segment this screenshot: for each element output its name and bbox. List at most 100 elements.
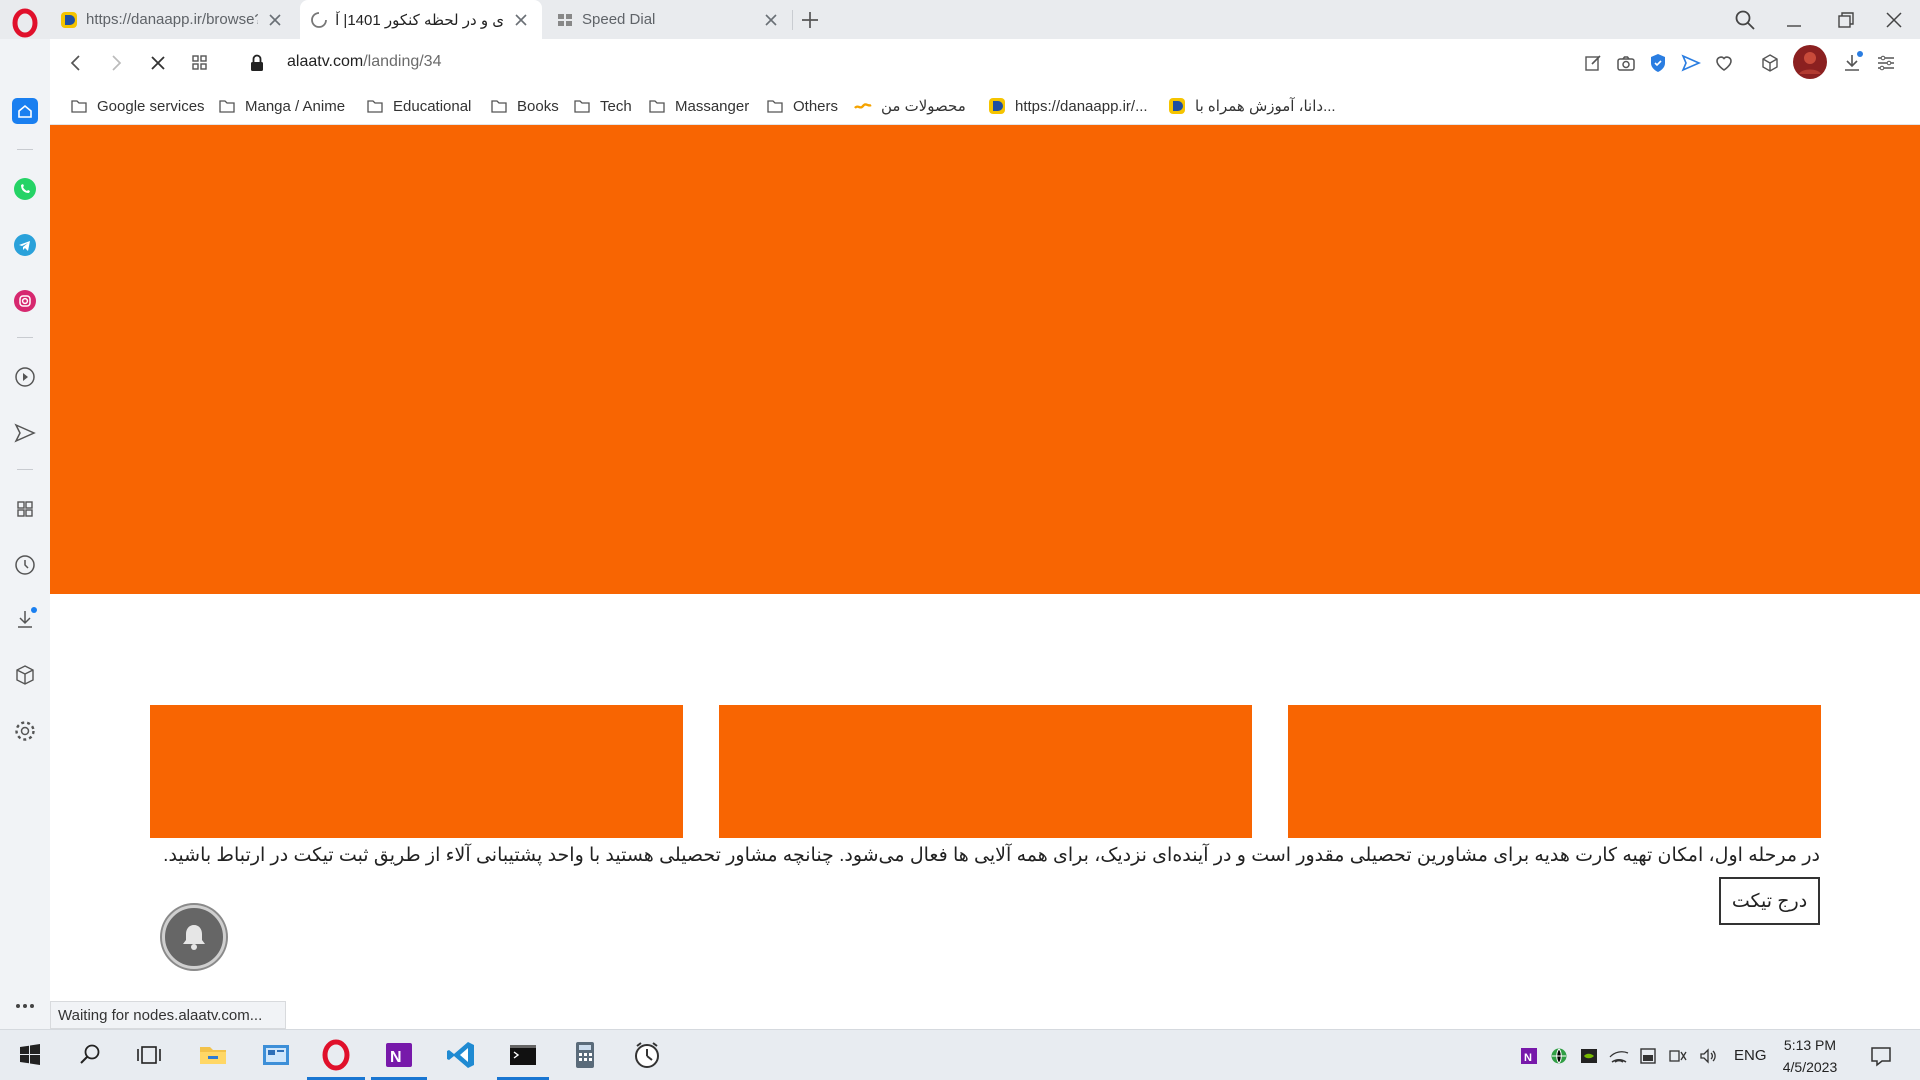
bookmark-label: https://danaapp.ir/... [1015, 97, 1148, 115]
search-tabs-icon[interactable] [1731, 6, 1759, 34]
more-options-icon[interactable] [12, 993, 38, 1019]
bookmark-dana-learning[interactable]: دانا، آموزش همراه با... [1168, 94, 1336, 118]
bookmark-danaapp-link[interactable]: https://danaapp.ir/... [988, 94, 1148, 118]
extensions-cube-icon[interactable] [12, 662, 38, 688]
onenote-icon[interactable]: N [382, 1038, 416, 1072]
bookmarks-bar: Google services Manga / Anime Educationa… [50, 87, 1920, 125]
heart-icon[interactable] [1712, 51, 1736, 75]
terminal-icon[interactable] [506, 1038, 540, 1072]
promo-card-left[interactable] [150, 705, 683, 838]
tab-alaatv[interactable]: ی و در لحظه کنکور 1401| آلا [300, 0, 542, 39]
battery-icon[interactable] [1638, 1046, 1658, 1066]
telegram-icon[interactable] [12, 232, 38, 258]
bookmark-books[interactable]: Books [490, 94, 559, 118]
opera-taskbar-icon[interactable] [319, 1038, 353, 1072]
home-icon[interactable] [12, 98, 38, 124]
edit-snap-icon[interactable] [1581, 51, 1605, 75]
calculator-icon[interactable] [568, 1038, 602, 1072]
speed-dial-icon[interactable] [12, 496, 38, 522]
url-path: /landing/34 [363, 53, 442, 70]
download-icon[interactable] [1840, 51, 1864, 75]
keyboard-icon[interactable] [1668, 1046, 1688, 1066]
back-icon[interactable] [64, 51, 88, 75]
downloads-icon[interactable] [12, 606, 38, 632]
folder-icon [649, 100, 665, 113]
whatsapp-icon[interactable] [12, 176, 38, 202]
folder-icon [367, 100, 383, 113]
alaa-icon [854, 103, 872, 109]
close-icon[interactable] [510, 9, 532, 31]
search-icon[interactable] [73, 1038, 107, 1072]
speed-dial-icon [558, 13, 572, 26]
clock-date: 4/5/2023 [1782, 1059, 1838, 1075]
bookmark-label: Massanger [675, 97, 750, 115]
tab-grid-icon[interactable] [188, 51, 212, 75]
bookmark-educational[interactable]: Educational [366, 94, 471, 118]
clock-time: 5:13 PM [1783, 1037, 1837, 1053]
file-explorer-icon[interactable] [196, 1038, 230, 1072]
folder-icon [491, 100, 507, 113]
tab-speed-dial[interactable]: Speed Dial [546, 0, 792, 39]
windows-start-icon[interactable] [13, 1038, 47, 1072]
hero-banner [50, 125, 1920, 594]
send-flow-icon[interactable] [12, 420, 38, 446]
new-tab-plus-icon[interactable] [798, 8, 822, 32]
promo-card-middle[interactable] [719, 705, 1252, 838]
history-icon[interactable] [12, 552, 38, 578]
gift-card-info-text: در مرحله اول، امکان تهیه کارت هدیه برای … [163, 845, 1820, 866]
instagram-icon[interactable] [12, 288, 38, 314]
onenote-tray-icon[interactable]: N [1519, 1046, 1539, 1066]
dana-icon [61, 11, 77, 28]
bookmark-label: Manga / Anime [245, 97, 346, 115]
control-panel-icon[interactable] [259, 1038, 293, 1072]
easy-setup-icon[interactable] [1874, 51, 1898, 75]
bookmark-massanger[interactable]: Massanger [648, 94, 749, 118]
player-icon[interactable] [12, 364, 38, 390]
notification-center-icon[interactable] [1868, 1043, 1894, 1069]
opera-logo-icon[interactable] [10, 8, 40, 38]
windows-taskbar: N N ENG 5:13 PM 4/5/2023 [0, 1029, 1920, 1080]
input-language[interactable]: ENG [1734, 1047, 1767, 1064]
volume-icon[interactable] [1698, 1046, 1718, 1066]
task-view-icon[interactable] [131, 1038, 165, 1072]
folder-icon [574, 100, 590, 113]
send-flow-icon[interactable] [1679, 51, 1703, 75]
tab-title: ی و در لحظه کنکور 1401| آلا [336, 11, 504, 29]
bookmark-label: Others [793, 97, 839, 115]
profile-avatar[interactable] [1792, 44, 1828, 80]
address-bar-url[interactable]: alaatv.com/landing/34 [287, 53, 441, 71]
url-domain: alaatv.com [287, 53, 364, 70]
nvidia-icon[interactable] [1579, 1046, 1599, 1066]
taskbar-clock[interactable]: 5:13 PM 4/5/2023 [1770, 1034, 1850, 1078]
bookmark-label: Educational [393, 97, 472, 115]
lock-icon[interactable] [245, 51, 269, 75]
notification-bell-button[interactable] [162, 905, 226, 969]
network-globe-icon[interactable] [1549, 1046, 1569, 1066]
bookmark-others[interactable]: Others [766, 94, 838, 118]
camera-icon[interactable] [1614, 51, 1638, 75]
tab-danaapp[interactable]: https://danaapp.ir/browse? [50, 0, 296, 39]
bookmark-tech[interactable]: Tech [573, 94, 632, 118]
forward-icon[interactable] [104, 51, 128, 75]
extensions-cube-icon[interactable] [1758, 51, 1782, 75]
bookmark-manga-anime[interactable]: Manga / Anime [218, 94, 345, 118]
restore-icon[interactable] [1832, 6, 1860, 34]
sidebar-divider [17, 469, 33, 470]
bookmark-google-services[interactable]: Google services [70, 94, 205, 118]
vscode-icon[interactable] [444, 1038, 478, 1072]
bookmark-my-products[interactable]: محصولات من [854, 94, 966, 118]
close-icon[interactable] [264, 9, 286, 31]
vpn-shield-icon[interactable] [1646, 51, 1670, 75]
settings-gear-icon[interactable] [12, 718, 38, 744]
bookmark-label: Books [517, 97, 559, 115]
stop-loading-icon[interactable] [146, 51, 170, 75]
bookmark-label: Google services [97, 97, 205, 115]
promo-card-right[interactable] [1288, 705, 1821, 838]
minimize-icon[interactable] [1780, 6, 1808, 34]
close-window-icon[interactable] [1880, 6, 1908, 34]
submit-ticket-button[interactable]: درج تیکت [1719, 877, 1820, 925]
tab-divider [792, 10, 793, 30]
close-icon[interactable] [760, 9, 782, 31]
wifi-icon[interactable] [1609, 1046, 1629, 1066]
clock-app-icon[interactable] [630, 1038, 664, 1072]
